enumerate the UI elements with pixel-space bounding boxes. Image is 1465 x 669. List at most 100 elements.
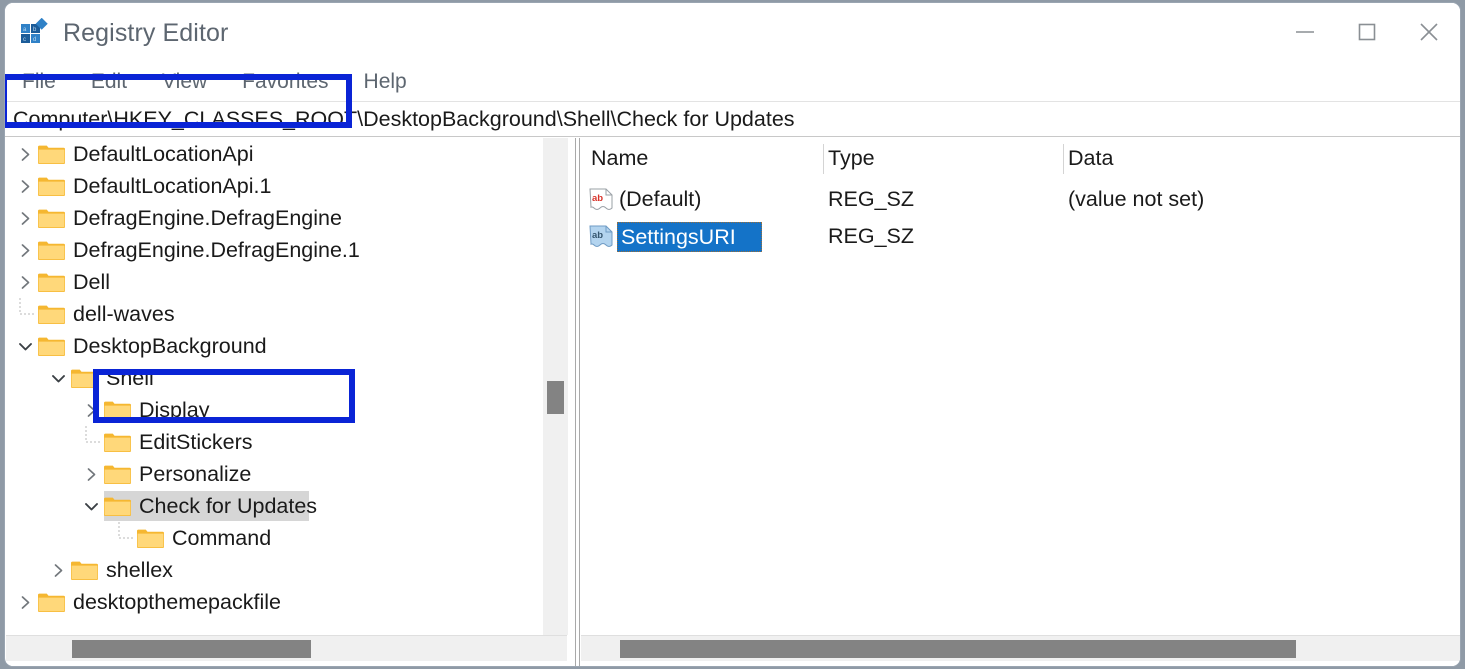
menu-item-file[interactable]: File: [22, 70, 56, 94]
svg-text:ab: ab: [592, 230, 603, 241]
tree-guide-line: [78, 426, 104, 458]
column-divider-type-data[interactable]: [1063, 144, 1064, 174]
maximize-button[interactable]: [1336, 3, 1398, 61]
tree-item-desktopbackground[interactable]: DesktopBackground: [6, 330, 541, 362]
tree-item-shell[interactable]: Shell: [6, 362, 541, 394]
tree-item-label: DesktopBackground: [73, 333, 267, 358]
menu-item-edit[interactable]: Edit: [91, 70, 127, 94]
tree-vertical-scrollbar[interactable]: [543, 138, 568, 635]
registry-tree[interactable]: DefaultLocationApi DefaultLocationApi.1 De…: [6, 138, 541, 635]
column-header-name[interactable]: Name: [591, 146, 648, 171]
chevron-down-icon[interactable]: [45, 372, 71, 385]
menu-item-help[interactable]: Help: [364, 70, 407, 94]
tree-item-label: DefaultLocationApi.1: [73, 173, 272, 198]
registry-editor-window: a b c d Registry Editor File Edit View F…: [4, 2, 1461, 667]
folder-icon: [137, 528, 164, 549]
folder-icon: [71, 560, 98, 581]
chevron-down-icon[interactable]: [78, 500, 104, 513]
tree-item-desktopthemepackfile[interactable]: desktopthemepackfile: [6, 586, 541, 618]
tree-guide-line: [12, 298, 38, 330]
tree-vertical-scrollbar-thumb[interactable]: [547, 381, 564, 414]
menu-bar: File Edit View Favorites Help: [5, 63, 1460, 101]
values-list-rows: ab (Default) REG_SZ (value not set) ab Settin…: [581, 181, 1460, 255]
tree-item-check-for-updates[interactable]: Check for Updates: [6, 490, 541, 522]
tree-horizontal-scrollbar-thumb[interactable]: [72, 640, 311, 658]
menu-item-favorites[interactable]: Favorites: [242, 70, 328, 94]
tree-item-label: Display: [139, 397, 210, 422]
value-name: (Default): [619, 187, 702, 211]
chevron-right-icon[interactable]: [12, 595, 38, 610]
tree-item-defaultlocationapi[interactable]: DefaultLocationApi: [6, 138, 541, 170]
string-value-icon: ab: [589, 225, 615, 249]
folder-icon: [38, 208, 65, 229]
values-list-row[interactable]: ab (Default) REG_SZ (value not set): [581, 181, 1460, 218]
tree-item-label: desktopthemepackfile: [73, 589, 281, 614]
tree-item-defragengine-defragengine-1[interactable]: DefragEngine.DefragEngine.1: [6, 234, 541, 266]
registry-tree-pane: DefaultLocationApi DefaultLocationApi.1 De…: [6, 138, 575, 666]
tree-item-label: Command: [172, 525, 272, 550]
chevron-right-icon[interactable]: [12, 179, 38, 194]
close-button[interactable]: [1398, 3, 1460, 61]
tree-item-dell-waves[interactable]: dell-waves: [6, 298, 541, 330]
value-data: (value not set): [1068, 187, 1205, 211]
tree-item-label: Check for Updates: [139, 493, 318, 518]
chevron-right-icon[interactable]: [12, 243, 38, 258]
tree-item-label: EditStickers: [139, 429, 253, 454]
svg-text:ab: ab: [592, 193, 603, 204]
chevron-right-icon[interactable]: [78, 467, 104, 482]
registry-editor-icon: a b c d: [19, 17, 49, 48]
folder-icon: [104, 432, 131, 453]
chevron-right-icon[interactable]: [78, 403, 104, 418]
address-bar-path: Computer\HKEY_CLASSES_ROOT\DesktopBackgr…: [13, 106, 795, 131]
folder-icon: [38, 240, 65, 261]
tree-guide-line: [111, 522, 137, 554]
svg-text:d: d: [33, 37, 36, 43]
tree-item-label: Personalize: [139, 461, 252, 486]
pane-splitter[interactable]: [575, 138, 580, 666]
tree-item-defaultlocationapi-1[interactable]: DefaultLocationApi.1: [6, 170, 541, 202]
tree-horizontal-scrollbar[interactable]: [6, 635, 567, 661]
tree-item-label: DefragEngine.DefragEngine: [73, 205, 342, 230]
folder-icon: [38, 304, 65, 325]
list-horizontal-scrollbar-thumb[interactable]: [620, 640, 1296, 658]
folder-icon: [38, 272, 65, 293]
chevron-right-icon[interactable]: [12, 275, 38, 290]
chevron-down-icon[interactable]: [12, 340, 38, 353]
tree-item-label: Shell: [106, 365, 154, 390]
value-type: REG_SZ: [828, 224, 915, 248]
tree-item-label: DefaultLocationApi: [73, 141, 254, 166]
address-bar[interactable]: Computer\HKEY_CLASSES_ROOT\DesktopBackgr…: [5, 101, 1460, 137]
tree-item-label: DefragEngine.DefragEngine.1: [73, 237, 360, 262]
column-header-data[interactable]: Data: [1068, 146, 1113, 171]
window-controls: [1274, 3, 1460, 61]
values-list-header: Name Type Data: [581, 138, 1460, 181]
column-header-type[interactable]: Type: [828, 146, 875, 171]
tree-item-label: Dell: [73, 269, 111, 294]
values-list-row[interactable]: ab SettingsURI REG_SZ: [581, 218, 1460, 255]
list-horizontal-scrollbar[interactable]: [581, 635, 1460, 661]
svg-text:c: c: [23, 37, 26, 43]
tree-item-dell[interactable]: Dell: [6, 266, 541, 298]
window-title: Registry Editor: [63, 18, 229, 47]
tree-item-display[interactable]: Display: [6, 394, 541, 426]
tree-item-command[interactable]: Command: [6, 522, 541, 554]
tree-item-shellex[interactable]: shellex: [6, 554, 541, 586]
tree-item-defragengine-defragengine[interactable]: DefragEngine.DefragEngine: [6, 202, 541, 234]
minimize-button[interactable]: [1274, 3, 1336, 61]
folder-icon: [38, 144, 65, 165]
tree-item-personalize[interactable]: Personalize: [6, 458, 541, 490]
chevron-right-icon[interactable]: [12, 211, 38, 226]
chevron-right-icon[interactable]: [12, 147, 38, 162]
folder-icon: [38, 176, 65, 197]
values-list-pane: Name Type Data ab (Default) REG_SZ (value n…: [581, 138, 1460, 666]
tree-item-label: shellex: [106, 557, 173, 582]
column-divider-name-type[interactable]: [823, 144, 824, 174]
folder-icon: [38, 336, 65, 357]
folder-icon: [104, 464, 131, 485]
chevron-right-icon[interactable]: [45, 563, 71, 578]
menu-item-view[interactable]: View: [162, 70, 207, 94]
value-name-rename-text: SettingsURI: [621, 225, 736, 249]
title-bar: a b c d Registry Editor: [5, 3, 1460, 63]
tree-item-editstickers[interactable]: EditStickers: [6, 426, 541, 458]
string-value-icon: ab: [589, 188, 615, 212]
